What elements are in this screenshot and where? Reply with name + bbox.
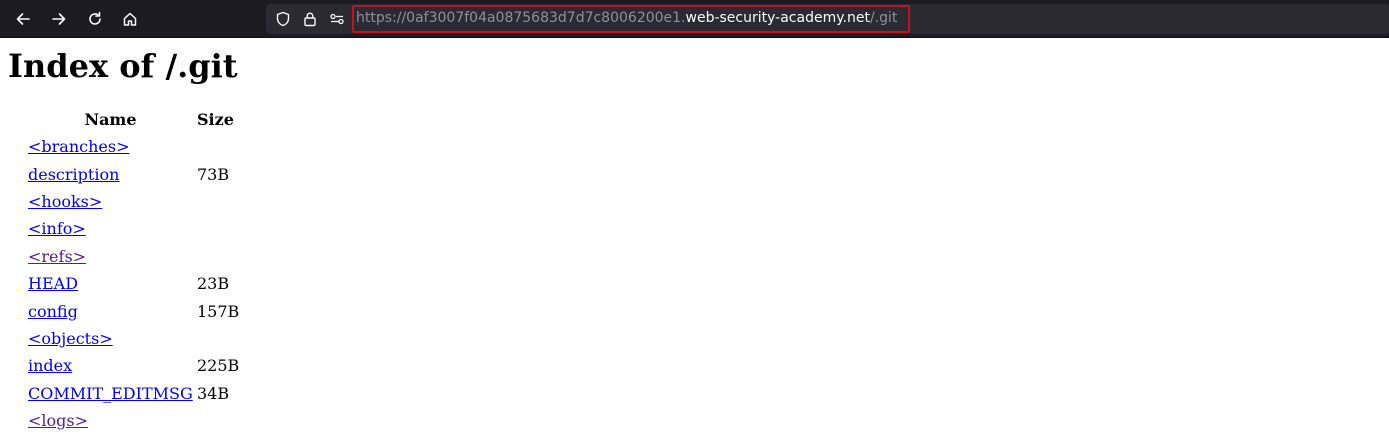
back-button[interactable] [9, 5, 37, 33]
table-row: index 225B [28, 352, 240, 379]
entry-link[interactable]: COMMIT_EDITMSG [28, 384, 193, 403]
page-title: Index of /.git [8, 47, 238, 85]
entry-link[interactable]: <hooks> [28, 192, 102, 211]
column-header-size: Size [197, 110, 234, 129]
directory-listing-table: Name Size <branches> description 73B <hooks… [24, 106, 244, 434]
permissions-icon[interactable] [329, 11, 345, 27]
url-text[interactable]: https://0af3007f04a0875683d7d7c8006200e1… [356, 10, 897, 27]
table-row: <hooks> [28, 188, 240, 215]
arrow-left-icon [16, 13, 30, 25]
entry-link[interactable]: index [28, 356, 72, 375]
entry-name-cell: HEAD [28, 270, 193, 297]
entry-link[interactable]: HEAD [28, 274, 78, 293]
browser-toolbar: https://0af3007f04a0875683d7d7c8006200e1… [0, 0, 1389, 38]
entry-size: 34B [197, 383, 230, 403]
entry-name-cell: COMMIT_EDITMSG [28, 380, 193, 407]
table-row: COMMIT_EDITMSG 34B [28, 380, 240, 407]
address-bar[interactable]: https://0af3007f04a0875683d7d7c8006200e1… [266, 4, 1389, 34]
entry-name-cell: <objects> [28, 325, 193, 352]
table-row: <branches> [28, 133, 240, 160]
table-row: config 157B [28, 297, 240, 324]
url-domain: web-security-academy.net [685, 10, 870, 26]
entry-size: 225B [197, 356, 240, 376]
column-header-name: Name [84, 110, 137, 129]
entry-size [197, 215, 240, 242]
entry-size [197, 325, 240, 352]
reload-icon [89, 11, 101, 25]
entry-link[interactable]: <objects> [28, 329, 113, 348]
entry-name-cell: <logs> [28, 407, 193, 434]
table-row: HEAD 23B [28, 270, 240, 297]
table-header-row: Name Size [28, 106, 240, 133]
home-button[interactable] [116, 5, 144, 33]
entry-link[interactable]: <info> [28, 219, 86, 238]
entry-name-cell: description [28, 160, 193, 187]
entry-size [197, 133, 240, 160]
page-content: Index of /.git Name Size <branches> descr… [0, 38, 1389, 446]
entry-name-cell: <info> [28, 215, 193, 242]
table-row: <logs> [28, 407, 240, 434]
table-row: description 73B [28, 160, 240, 187]
lock-icon[interactable] [302, 11, 318, 27]
entry-size [197, 407, 240, 434]
entry-link[interactable]: description [28, 165, 119, 184]
forward-button[interactable] [45, 5, 73, 33]
entry-name-cell: <branches> [28, 133, 193, 160]
url-path: /.git [869, 10, 898, 26]
entry-size [197, 188, 240, 215]
entry-link[interactable]: <refs> [28, 247, 86, 266]
entry-name-cell: config [28, 297, 193, 324]
entry-link[interactable]: <branches> [28, 137, 130, 156]
shield-icon[interactable] [275, 11, 291, 27]
entry-link[interactable]: <logs> [28, 411, 88, 430]
reload-button[interactable] [81, 5, 109, 33]
entry-size: 23B [197, 274, 230, 294]
entry-name-cell: index [28, 352, 193, 379]
entry-link[interactable]: config [28, 302, 78, 321]
entry-size: 157B [197, 301, 240, 321]
entry-name-cell: <refs> [28, 243, 193, 270]
table-row: <info> [28, 215, 240, 242]
table-row: <objects> [28, 325, 240, 352]
url-prefix: https://0af3007f04a0875683d7d7c8006200e1… [356, 10, 686, 26]
entry-size [197, 243, 240, 270]
home-icon [123, 12, 137, 26]
arrow-right-icon [52, 13, 66, 25]
table-row: <refs> [28, 243, 240, 270]
entry-name-cell: <hooks> [28, 188, 193, 215]
entry-size: 73B [197, 164, 230, 184]
